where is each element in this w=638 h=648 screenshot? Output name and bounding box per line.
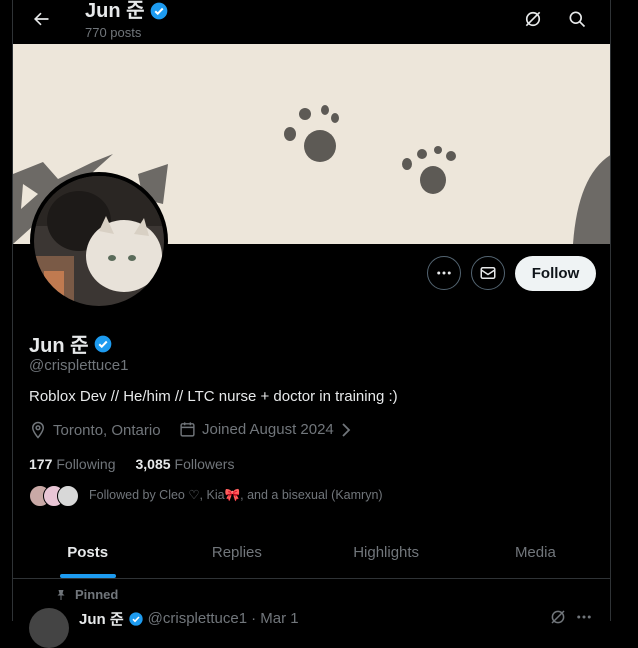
profile-location: Toronto, Ontario: [29, 421, 161, 439]
search-button[interactable]: [564, 6, 590, 32]
message-icon: [480, 267, 496, 279]
tab-replies[interactable]: Replies: [162, 526, 311, 578]
profile-stats: 177 Following 3,085 Followers: [29, 456, 234, 472]
grok-icon: [551, 610, 565, 624]
tweet-more-button[interactable]: [575, 608, 595, 628]
message-button[interactable]: [471, 256, 505, 290]
grok-button[interactable]: [549, 608, 569, 628]
followers-count: 3,085: [135, 456, 171, 472]
more-button[interactable]: [427, 256, 461, 290]
pinned-tweet[interactable]: Jun 준 @crisplettuce1 · Mar 1: [29, 606, 595, 648]
profile-handle: @crisplettuce1: [29, 357, 129, 374]
tweet-date[interactable]: · Mar 1: [251, 610, 299, 627]
tab-label: Media: [514, 543, 556, 561]
grok-icon: [525, 11, 541, 27]
tab-label: Highlights: [353, 543, 420, 561]
followed-by-text[interactable]: Followed by Cleo ♡, Kia🎀, and a bisexual…: [89, 487, 383, 503]
pin-icon: [57, 589, 65, 600]
back-button[interactable]: [29, 7, 53, 31]
verified-icon[interactable]: [93, 334, 113, 354]
followers-label: Followers: [174, 456, 235, 472]
profile-bio: Roblox Dev // He/him // LTC nurse + doct…: [29, 388, 398, 405]
more-icon: [437, 271, 451, 275]
tweet-author-handle[interactable]: @crisplettuce1: [148, 610, 247, 627]
verified-icon: [128, 611, 143, 626]
tab-media[interactable]: Media: [461, 526, 610, 578]
active-tab-indicator: [59, 574, 116, 578]
pinned-label: Pinned: [75, 587, 119, 602]
profile-name: Jun 준: [29, 329, 113, 358]
profile-column: Jun 준 770 posts Follow Jun 준 @crisplettu…: [12, 0, 611, 648]
tweet-author-name[interactable]: Jun 준: [79, 608, 124, 629]
tab-posts[interactable]: Posts: [13, 526, 162, 578]
avatar-image: [34, 176, 164, 306]
grok-button[interactable]: [520, 6, 546, 32]
avatar[interactable]: [29, 608, 69, 648]
top-bar: Jun 준 770 posts: [13, 0, 610, 44]
following-count: 177: [29, 456, 53, 472]
tab-label: Replies: [211, 543, 262, 561]
pinned-indicator: Pinned: [55, 587, 118, 602]
tab-label: Posts: [67, 543, 109, 561]
search-icon: [569, 11, 586, 28]
joined-text: Joined August 2024: [202, 421, 334, 438]
followed-by-avatars[interactable]: [29, 485, 79, 507]
header-name-text: Jun 준: [85, 0, 145, 22]
tweet-header: Jun 준 @crisplettuce1 · Mar 1: [79, 608, 299, 629]
profile-name-text: Jun 준: [29, 335, 89, 357]
header-name: Jun 준: [85, 0, 169, 22]
followers-link[interactable]: 3,085 Followers: [136, 456, 235, 472]
profile-tabs: Posts Replies Highlights Media: [13, 526, 610, 579]
chevron-right-icon: [342, 422, 351, 437]
location-text: Toronto, Ontario: [53, 421, 161, 439]
profile-joined[interactable]: Joined August 2024: [179, 421, 352, 438]
following-link[interactable]: 177 Following: [29, 456, 116, 472]
calendar-icon: [180, 422, 195, 437]
more-icon: [577, 615, 591, 619]
tab-highlights[interactable]: Highlights: [312, 526, 461, 578]
location-icon: [31, 421, 45, 439]
avatar: [57, 485, 79, 507]
profile-avatar[interactable]: [30, 172, 168, 310]
verified-icon: [150, 2, 167, 20]
following-label: Following: [56, 456, 116, 472]
follow-button[interactable]: Follow: [515, 256, 596, 291]
post-count: 770 posts: [85, 25, 142, 40]
back-arrow-icon: [34, 12, 49, 26]
